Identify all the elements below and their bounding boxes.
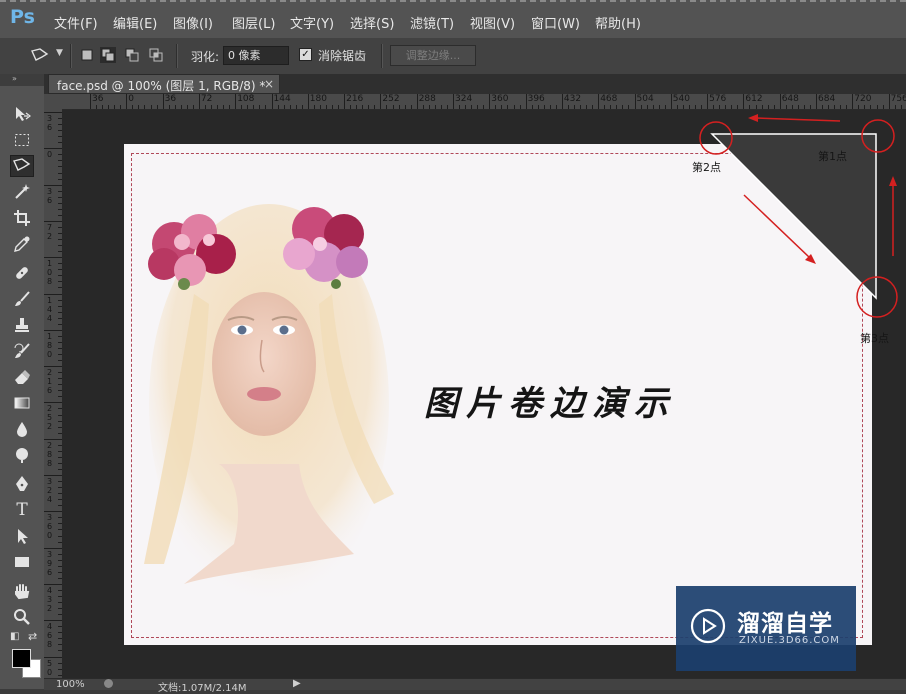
point-2-label: 第2点 — [692, 161, 721, 174]
status-menu-arrow-icon[interactable]: ▶ — [293, 678, 301, 689]
point-3-label: 第3点 — [860, 332, 889, 345]
arrow-1-to-2 — [755, 117, 841, 122]
point-3-marker — [856, 276, 898, 318]
status-zoom[interactable]: 100% — [56, 679, 85, 690]
watermark-title: 溜溜自学 — [737, 611, 833, 637]
status-share-icon[interactable] — [104, 679, 113, 688]
watermark-url: ZIXUE.3D66.COM — [739, 635, 840, 646]
point-1-label: 第1点 — [818, 150, 847, 163]
watermark-play-logo-icon — [690, 608, 726, 644]
status-document-info: 文档:1.07M/2.14M — [158, 683, 247, 694]
curl-path — [710, 133, 877, 300]
